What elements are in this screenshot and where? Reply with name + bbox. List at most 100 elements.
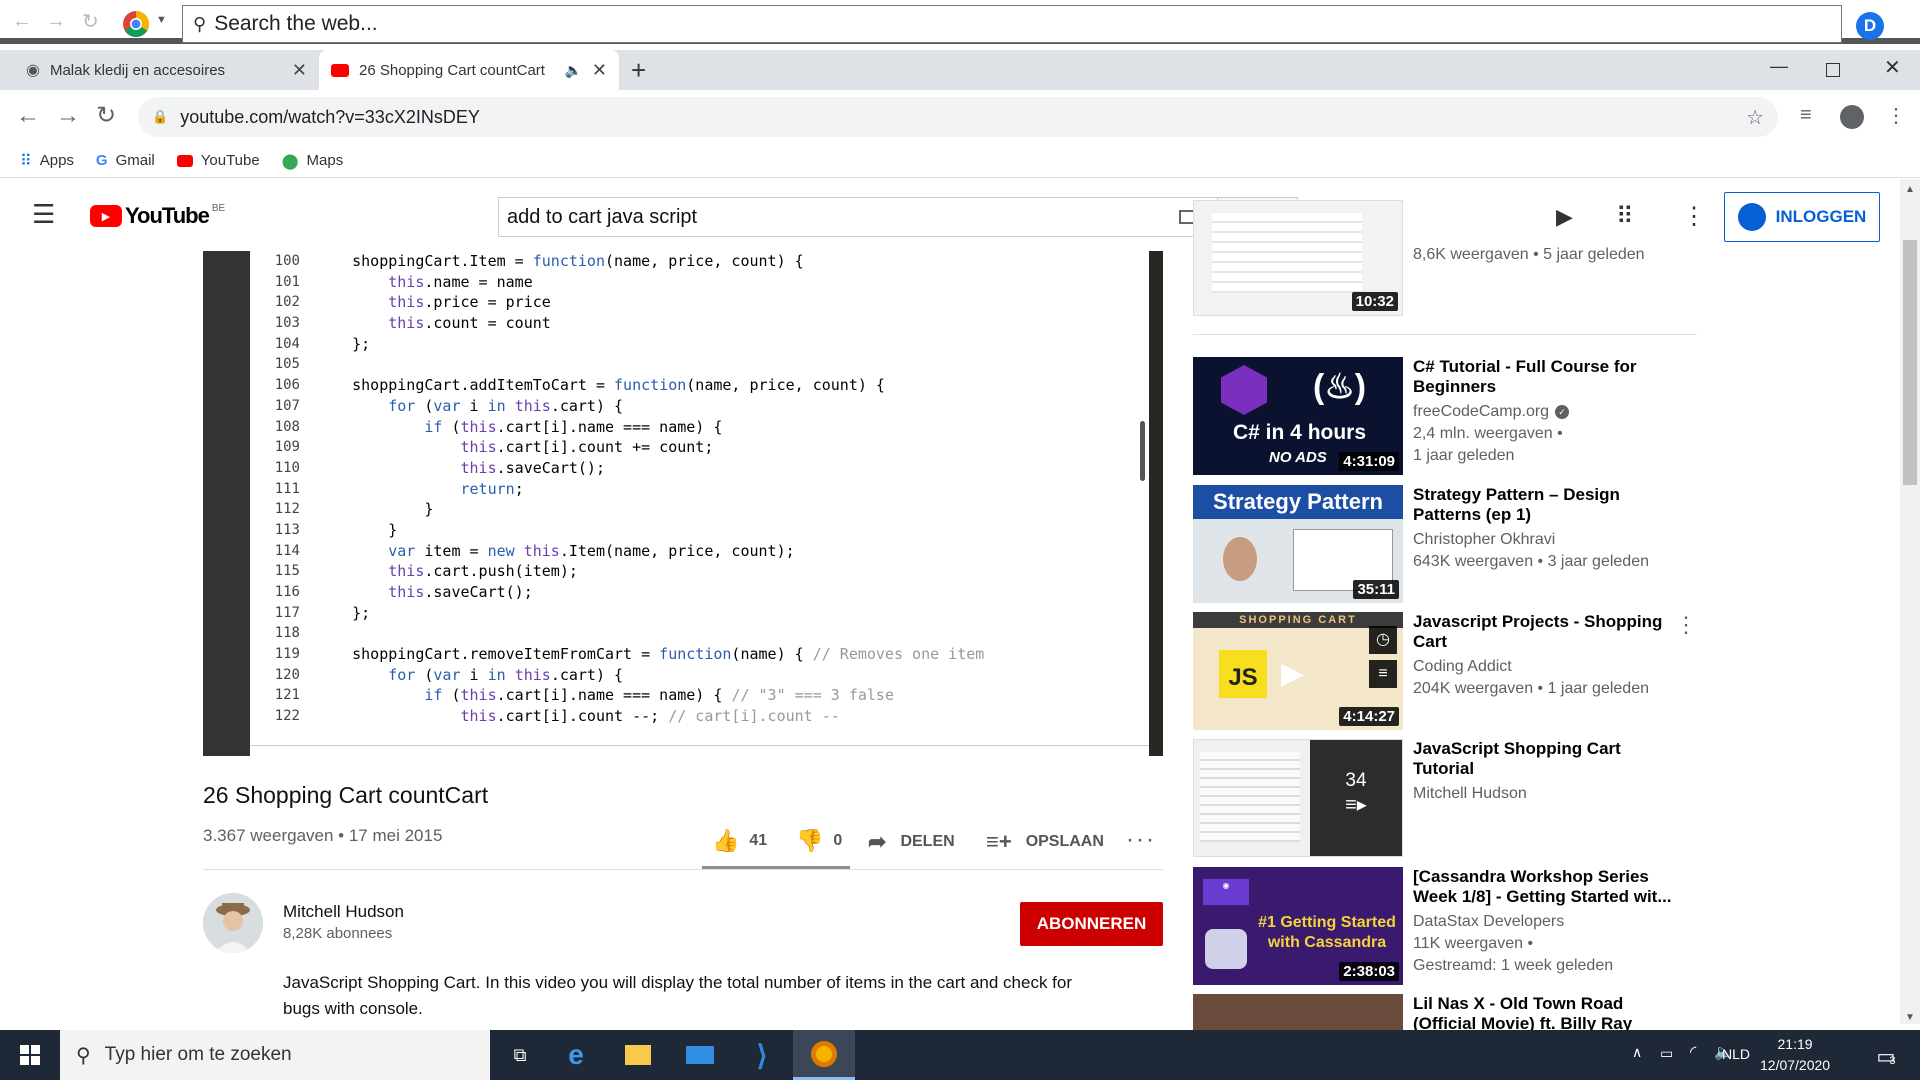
reload-icon[interactable]: ↻ — [96, 101, 116, 130]
profile-d-icon[interactable]: D — [1856, 12, 1884, 40]
presenter-face-shape — [1223, 537, 1257, 581]
tab-youtube[interactable]: 26 Shopping Cart countCart 🔈 ✕ — [319, 50, 619, 90]
battery-icon[interactable]: ▭ — [1660, 1045, 1673, 1062]
code-view: shoppingCart.Item = function(name, price… — [316, 251, 1149, 745]
scroll-up-icon[interactable]: ▲ — [1905, 184, 1915, 195]
bookmark-gmail[interactable]: G Gmail — [96, 152, 155, 169]
minimize-icon[interactable]: — — [1770, 56, 1788, 77]
globe-icon: ◉ — [26, 62, 40, 79]
close-icon[interactable]: ✕ — [292, 60, 307, 81]
channel-avatar[interactable] — [203, 893, 263, 953]
rec-channel: Mitchell Hudson — [1413, 785, 1527, 802]
tab-label: 26 Shopping Cart countCart — [359, 61, 545, 79]
close-icon[interactable]: ✕ — [592, 60, 607, 81]
taskbar-search-input[interactable]: ⚲ Typ hier om te zoeken — [60, 1030, 490, 1080]
code-line: } — [316, 500, 434, 519]
mail-icon[interactable] — [669, 1030, 731, 1080]
share-label: DELEN — [900, 833, 955, 850]
wifi-icon[interactable]: ◜ — [1690, 1042, 1696, 1062]
dislike-button[interactable]: 👎 0 — [796, 828, 842, 854]
bookmark-label: Maps — [306, 152, 344, 169]
rec-channel: DataStax Developers — [1413, 913, 1565, 930]
playlist-icon: ≡▸ — [1345, 794, 1367, 816]
account-icon[interactable] — [1840, 105, 1864, 129]
editor-file-sidebar — [203, 251, 250, 756]
code-line: for (var i in this.cart) { — [388, 396, 624, 415]
like-button[interactable]: 👍 41 — [712, 828, 767, 854]
task-view-icon[interactable]: ⧉ — [495, 1030, 545, 1080]
windows-start-icon[interactable] — [0, 1030, 60, 1080]
lock-icon: 🔒 — [152, 109, 169, 124]
window-close-icon[interactable]: ✕ — [1884, 55, 1901, 80]
video-player[interactable]: 100 101 102 103 104 105 106 107 108 109 110 111 112 1… — [203, 251, 1163, 756]
audio-playing-icon[interactable]: 🔈 — [564, 62, 581, 79]
save-button[interactable]: ≡+ OPSLAAN — [986, 829, 1104, 855]
bookmark-apps[interactable]: ⠿ Apps — [20, 151, 74, 171]
thumbs-up-icon: 👍 — [712, 828, 740, 853]
line-number: 116 — [274, 584, 300, 600]
back-icon[interactable]: ← — [12, 10, 32, 33]
thumb-subtext: JS — [1219, 650, 1267, 698]
share-button[interactable]: ➦ DELEN — [868, 829, 955, 855]
duration-badge: 10:32 — [1351, 292, 1398, 311]
page-scrollbar-thumb[interactable] — [1903, 240, 1917, 485]
file-explorer-icon[interactable] — [607, 1030, 669, 1080]
tray-chevron-up-icon[interactable]: ∧ — [1632, 1044, 1642, 1061]
scroll-down-icon[interactable]: ▼ — [1905, 1012, 1915, 1023]
rec-meta-line: 2,4 mln. weergaven • — [1413, 425, 1563, 442]
yt-search-input[interactable]: add to cart java script — [498, 197, 1218, 237]
login-button[interactable]: INLOGGEN — [1724, 192, 1880, 242]
restore-icon[interactable] — [1826, 63, 1840, 77]
tab-malak[interactable]: ◉ Malak kledij en accesoires ✕ — [14, 50, 319, 90]
more-actions-icon[interactable]: ··· — [1126, 826, 1156, 854]
rec-item[interactable]: SHOPPING CART JS ▶ ◷ ≡ 4:14:27 Javascrip… — [1193, 612, 1713, 732]
media-control-icon[interactable]: ≡ — [1800, 104, 1812, 127]
line-number: 108 — [274, 418, 300, 435]
code-line: this.saveCart(); — [388, 583, 533, 601]
hamburger-menu-icon[interactable]: ☰ — [32, 199, 55, 230]
rec-menu-kebab-icon[interactable]: ⋮ — [1675, 612, 1697, 638]
rec-title: C# Tutorial - Full Course for Beginners — [1413, 357, 1637, 396]
back-icon[interactable]: ← — [16, 102, 40, 130]
line-number: 106 — [274, 377, 300, 394]
channel-name[interactable]: Mitchell Hudson — [283, 902, 404, 922]
wrapper-search-input[interactable]: ⚲ Search the web... — [182, 5, 1842, 43]
chrome-taskbar-icon[interactable] — [793, 1030, 855, 1080]
chrome-logo-icon[interactable] — [122, 10, 150, 38]
taskbar-apps: ⧉ e ⟩ — [495, 1030, 855, 1080]
vscode-icon[interactable]: ⟩ — [731, 1030, 793, 1080]
forward-icon[interactable]: → — [46, 10, 66, 33]
taskbar-clock[interactable]: 21:19 12/07/2020 — [1760, 1034, 1830, 1076]
reload-icon[interactable]: ↻ — [82, 9, 99, 34]
add-to-queue-icon[interactable]: ≡ — [1369, 660, 1397, 688]
thumb-text: C# in 4 hours — [1233, 421, 1367, 444]
bookmark-youtube[interactable]: YouTube — [176, 152, 260, 169]
notifications-button[interactable]: ▭ 3 — [1868, 1040, 1904, 1072]
line-number: 102 — [274, 294, 300, 311]
rec-item[interactable]: (♨) C# in 4 hours NO ADS 4:31:09 C# Tuto… — [1193, 357, 1713, 477]
bookmark-maps[interactable]: ⬤ Maps — [282, 152, 343, 170]
rec-partial-top[interactable]: 10:32 8,6K weergaven • 5 jaar geleden — [1193, 200, 1713, 316]
forward-icon[interactable]: → — [56, 102, 80, 130]
input-language[interactable]: NLD — [1722, 1046, 1750, 1062]
address-input[interactable]: 🔒 youtube.com/watch?v=33cX2INsDEY ☆ — [138, 97, 1778, 137]
line-number: 121 — [274, 687, 300, 704]
verified-check-icon: ✓ — [1555, 405, 1570, 419]
watch-later-icon[interactable]: ◷ — [1369, 626, 1397, 654]
rec-thumbnail: 10:32 — [1193, 200, 1403, 316]
rec-item[interactable]: Lil Nas X - Old Town Road (Official Movi… — [1193, 994, 1713, 1030]
rec-item[interactable]: 34 ≡▸ JavaScript Shopping Cart Tutorial … — [1193, 739, 1713, 859]
menu-kebab-icon[interactable]: ⋮ — [1886, 103, 1906, 128]
star-icon[interactable]: ☆ — [1746, 105, 1764, 130]
chevron-down-icon[interactable]: ▼ — [156, 14, 167, 26]
subscribe-button[interactable]: ABONNEREN — [1020, 902, 1163, 946]
search-query: add to cart java script — [507, 205, 698, 228]
rec-item[interactable]: ◉ #1 Getting Started with Cassandra 2:38… — [1193, 867, 1713, 987]
url-text: youtube.com/watch?v=33cX2INsDEY — [180, 106, 480, 127]
rec-item[interactable]: Strategy Pattern 35:11 Strategy Pattern … — [1193, 485, 1713, 605]
like-count: 41 — [749, 832, 768, 849]
edge-icon[interactable]: e — [545, 1030, 607, 1080]
new-tab-icon[interactable]: + — [631, 55, 646, 86]
youtube-logo[interactable]: ▶ YouTube BE — [90, 203, 225, 229]
